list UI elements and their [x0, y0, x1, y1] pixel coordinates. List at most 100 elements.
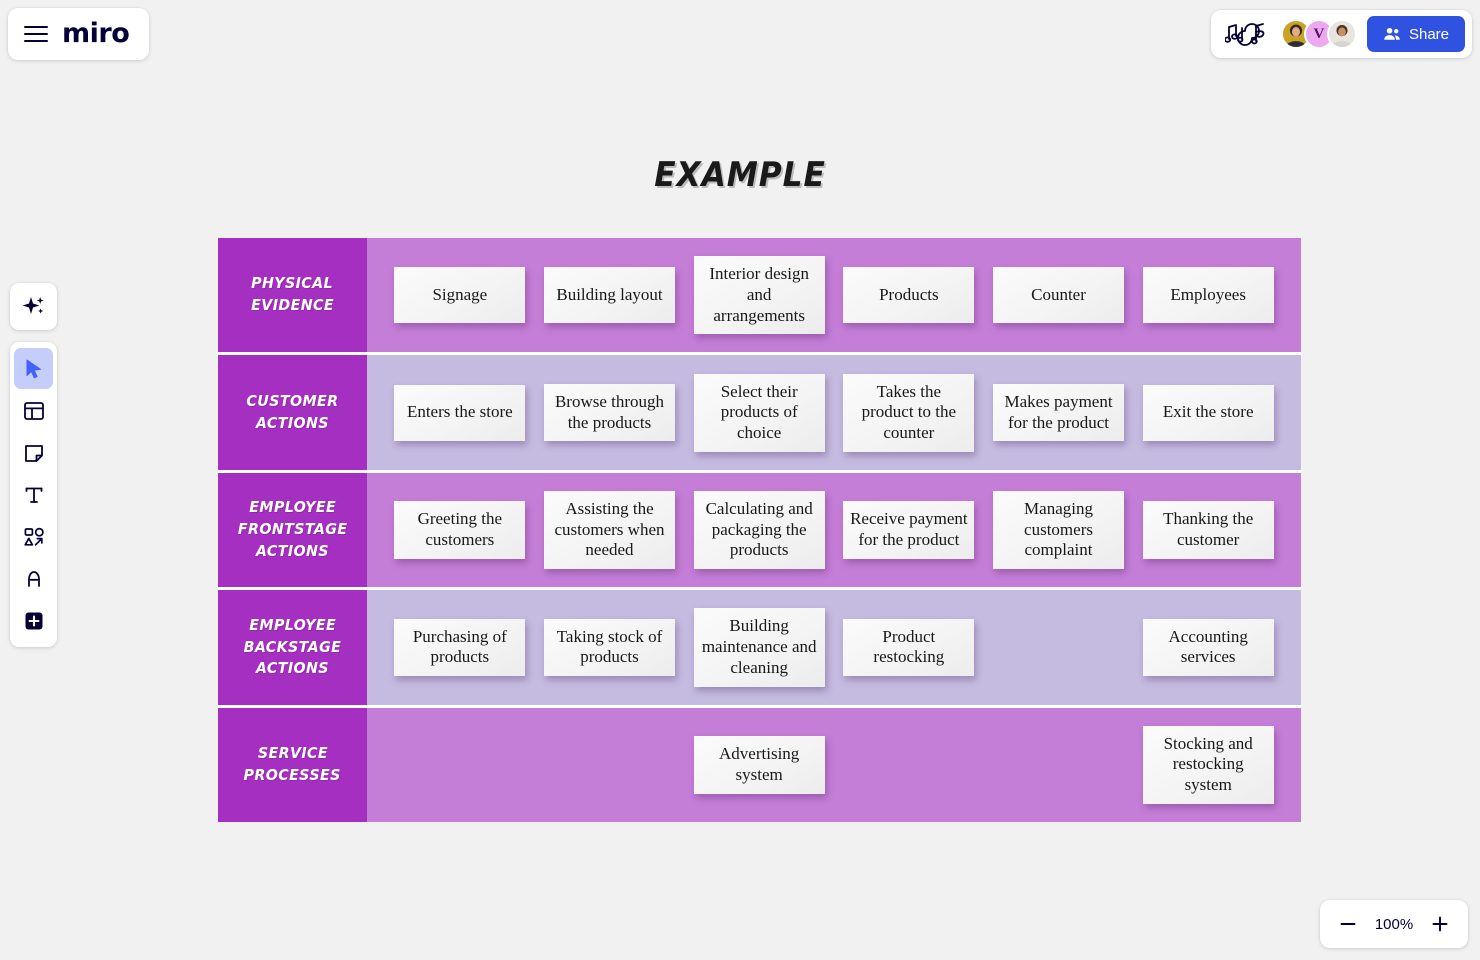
sticky-note[interactable]: Products	[843, 267, 975, 324]
blueprint-row: CUSTOMER ACTIONS Enters the store Browse…	[218, 355, 1301, 470]
topbar-left: miro	[8, 8, 150, 60]
collaborator-avatars: V	[1280, 19, 1357, 49]
sticky-note[interactable]: Thanking the customer	[1142, 501, 1274, 559]
pen-icon	[27, 570, 40, 587]
blueprint-row: EMPLOYEE BACKSTAGE ACTIONS Purchasing of…	[218, 590, 1301, 705]
miro-logo[interactable]: miro	[62, 20, 130, 49]
row-label-line: PROCESSES	[243, 765, 342, 784]
blueprint-cell-empty	[385, 708, 535, 822]
sticky-note[interactable]: Browse through the products	[544, 383, 675, 442]
frame-title[interactable]: EXAMPLE	[59, 155, 1421, 195]
blueprint-cell: Managing customers complaint	[984, 473, 1134, 587]
text-tool[interactable]	[14, 474, 53, 515]
row-body: Signage Building layout Interior design …	[367, 238, 1301, 353]
sticky-note[interactable]: Employees	[1142, 267, 1274, 324]
people-icon	[1384, 27, 1400, 40]
blueprint-cell: Counter	[984, 238, 1134, 352]
row-label-service-processes[interactable]: SERVICE PROCESSES	[218, 707, 367, 823]
blueprint-cell-empty	[984, 590, 1134, 704]
sticky-note[interactable]: Enters the store	[394, 384, 526, 441]
sticky-note[interactable]: Building layout	[544, 267, 675, 324]
blueprint-cell: Purchasing of products	[385, 590, 535, 704]
blueprint-cell: Taking stock of products	[535, 590, 685, 704]
row-body: Enters the store Browse through the prod…	[367, 355, 1301, 470]
shapes-tool[interactable]	[14, 516, 53, 557]
sticky-note-empty	[993, 737, 1124, 793]
sticky-note[interactable]: Takes the product to the counter	[843, 373, 975, 452]
sticky-note[interactable]: Accounting services	[1142, 618, 1274, 677]
blueprint-cell: Enters the store	[385, 355, 535, 469]
zoom-control: 100%	[1320, 900, 1468, 948]
music-notes-icon[interactable]	[1224, 21, 1271, 47]
zoom-out-button[interactable]	[1330, 906, 1366, 942]
sticky-note[interactable]: Building maintenance and cleaning	[693, 608, 825, 687]
row-label-line: ACTIONS	[255, 413, 330, 432]
row-label-customer-actions[interactable]: CUSTOMER ACTIONS	[218, 355, 367, 470]
blueprint-cell: Select their products of choice	[684, 355, 834, 469]
sticky-note[interactable]: Select their products of choice	[693, 373, 825, 452]
minus-icon	[1340, 923, 1356, 925]
more-apps-tool[interactable]	[14, 600, 53, 641]
sticky-note[interactable]: Assisting the customers when needed	[544, 490, 675, 570]
ai-tool[interactable]	[10, 283, 57, 330]
blueprint-cell-empty	[535, 708, 685, 822]
topbar-right: V Share	[1210, 10, 1472, 58]
service-blueprint: PHYSICAL EVIDENCE Signage Building layou…	[218, 238, 1301, 823]
sticky-note[interactable]: Advertising system	[693, 736, 825, 794]
sticky-note[interactable]: Product restocking	[843, 618, 975, 677]
sticky-note[interactable]: Counter	[993, 267, 1125, 324]
sticky-note[interactable]: Interior design and arrangements	[693, 256, 825, 335]
cursor-select-icon	[26, 359, 41, 378]
zoom-level[interactable]: 100%	[1370, 916, 1418, 933]
blueprint-cell: Calculating and packaging the products	[684, 473, 834, 587]
sticky-note[interactable]: Receive payment for the product	[843, 501, 975, 559]
blueprint-cell-empty	[834, 708, 984, 822]
blueprint-cell: Accounting services	[1133, 590, 1283, 704]
main-toolbar	[10, 342, 57, 647]
sticky-note-icon	[24, 444, 43, 462]
row-label-line: FRONTSTAGE	[237, 520, 348, 539]
sticky-note[interactable]: Calculating and packaging the products	[693, 490, 825, 570]
plus-icon	[1432, 916, 1448, 932]
blueprint-cell: Advertising system	[684, 708, 834, 822]
blueprint-cell: Exit the store	[1133, 355, 1283, 469]
zoom-in-button[interactable]	[1422, 906, 1458, 942]
blueprint-row: SERVICE PROCESSES Advertising system Sto…	[218, 707, 1301, 823]
plus-icon	[25, 612, 42, 629]
share-button[interactable]: Share	[1366, 16, 1465, 52]
sticky-note[interactable]: Managing customers complaint	[993, 490, 1125, 570]
sticky-note[interactable]: Exit the store	[1142, 384, 1274, 441]
sticky-note[interactable]: Taking stock of products	[544, 618, 675, 677]
templates-tool[interactable]	[14, 390, 53, 431]
shapes-icon	[23, 527, 44, 546]
sticky-note-tool[interactable]	[14, 432, 53, 473]
row-label-line: EMPLOYEE	[249, 615, 336, 634]
sticky-note[interactable]: Purchasing of products	[394, 618, 526, 677]
blueprint-cell: Takes the product to the counter	[834, 355, 984, 469]
sticky-note-empty	[843, 737, 974, 793]
ai-sparkle-icon	[22, 296, 44, 314]
row-label-line: SERVICE	[257, 744, 328, 763]
row-label-physical-evidence[interactable]: PHYSICAL EVIDENCE	[218, 238, 367, 353]
blueprint-cell: Receive payment for the product	[834, 473, 984, 587]
blueprint-cell: Stocking and restocking system	[1133, 708, 1283, 822]
sticky-note[interactable]: Greeting the customers	[394, 501, 526, 559]
row-label-line: PHYSICAL	[251, 274, 334, 293]
row-label-line: EMPLOYEE	[249, 498, 336, 517]
blueprint-cell: Employees	[1133, 238, 1283, 352]
blueprint-cell: Signage	[385, 238, 535, 352]
templates-icon	[23, 401, 44, 420]
sticky-note[interactable]: Makes payment for the product	[993, 383, 1125, 442]
sticky-note[interactable]: Signage	[394, 267, 526, 324]
hamburger-menu-icon[interactable]	[24, 26, 48, 42]
blueprint-cell: Building layout	[535, 238, 685, 352]
blueprint-cell: Building maintenance and cleaning	[684, 590, 834, 704]
avatar[interactable]	[1326, 19, 1357, 49]
row-label-employee-frontstage-actions[interactable]: EMPLOYEE FRONTSTAGE ACTIONS	[218, 472, 367, 588]
select-tool[interactable]	[14, 348, 53, 389]
pen-tool[interactable]	[14, 558, 53, 599]
row-body: Purchasing of products Taking stock of p…	[367, 590, 1301, 705]
blueprint-cell: Product restocking	[834, 590, 984, 704]
row-label-employee-backstage-actions[interactable]: EMPLOYEE BACKSTAGE ACTIONS	[218, 590, 367, 705]
sticky-note[interactable]: Stocking and restocking system	[1142, 725, 1274, 804]
